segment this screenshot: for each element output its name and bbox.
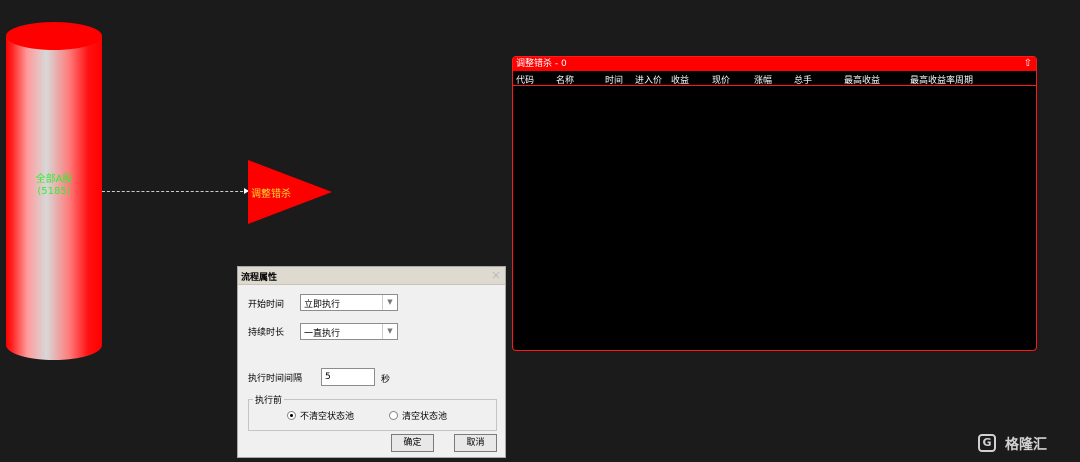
result-panel-titlebar[interactable]: 调整错杀 - 0 ⇧ [513, 57, 1036, 71]
interval-value: 5 [325, 372, 331, 382]
flow-connector-line [102, 191, 248, 192]
column-header-volume[interactable]: 总手 [794, 73, 812, 86]
radio-keep-pool-label[interactable]: 不清空状态池 [300, 409, 354, 422]
watermark-text: 格隆汇 [1005, 437, 1047, 453]
column-header-code[interactable]: 代码 [516, 73, 534, 86]
source-node-name: 全部A股 [35, 174, 73, 185]
column-header-time[interactable]: 时间 [605, 73, 623, 86]
watermark-logo-icon: G [978, 434, 996, 452]
source-node-cylinder[interactable]: 全部A股 (5185) [6, 22, 102, 360]
before-exec-legend: 执行前 [253, 393, 285, 406]
interval-label: 执行时间间隔 [248, 374, 303, 384]
column-header-name[interactable]: 名称 [556, 73, 574, 86]
chevron-down-icon[interactable]: ▼ [382, 295, 397, 310]
duration-label: 持续时长 [248, 328, 285, 338]
radio-clear-pool[interactable] [389, 411, 398, 420]
filter-node-triangle[interactable]: 调整错杀 [248, 160, 332, 224]
cancel-button[interactable]: 取消 [454, 434, 497, 452]
collapse-icon[interactable]: ⇧ [1024, 57, 1032, 71]
interval-input[interactable]: 5 [321, 368, 375, 386]
cylinder-top [6, 22, 102, 50]
column-header-change[interactable]: 涨幅 [754, 73, 772, 86]
start-time-label: 开始时间 [248, 300, 285, 310]
result-panel: 调整错杀 - 0 ⇧ 代码 名称 时间 进入价 收益 现价 涨幅 总手 最高收益… [512, 56, 1037, 351]
close-icon[interactable]: × [491, 268, 501, 282]
chevron-down-icon[interactable]: ▼ [382, 324, 397, 339]
start-time-value: 立即执行 [304, 300, 341, 310]
column-header-current-price[interactable]: 现价 [712, 73, 730, 86]
dialog-titlebar[interactable]: 流程属性 × [238, 267, 505, 285]
source-node-label: 全部A股 (5185) [6, 174, 102, 198]
result-table-header: 代码 名称 时间 进入价 收益 现价 涨幅 总手 最高收益 最高收益率周期 [513, 71, 1036, 86]
result-panel-title: 调整错杀 - 0 [516, 59, 567, 69]
flow-properties-dialog: 流程属性 × 开始时间 立即执行 ▼ 持续时长 一直执行 ▼ 执行时间间隔 5 … [237, 266, 506, 458]
radio-keep-pool[interactable] [287, 411, 296, 420]
filter-node-label: 调整错杀 [251, 189, 291, 200]
duration-value: 一直执行 [304, 329, 341, 339]
column-header-entry-price[interactable]: 进入价 [635, 73, 662, 86]
ok-button[interactable]: 确定 [391, 434, 434, 452]
source-node-count: (5185) [37, 186, 71, 197]
column-header-profit[interactable]: 收益 [671, 73, 689, 86]
interval-unit: 秒 [381, 375, 391, 385]
dialog-title: 流程属性 [241, 273, 278, 283]
before-exec-group: 执行前 不清空状态池 清空状态池 [248, 393, 497, 431]
duration-select[interactable]: 一直执行 ▼ [300, 323, 398, 340]
column-header-max-profit-period[interactable]: 最高收益率周期 [910, 73, 973, 86]
column-header-max-profit[interactable]: 最高收益 [844, 73, 880, 86]
start-time-select[interactable]: 立即执行 ▼ [300, 294, 398, 311]
radio-clear-pool-label[interactable]: 清空状态池 [402, 409, 447, 422]
